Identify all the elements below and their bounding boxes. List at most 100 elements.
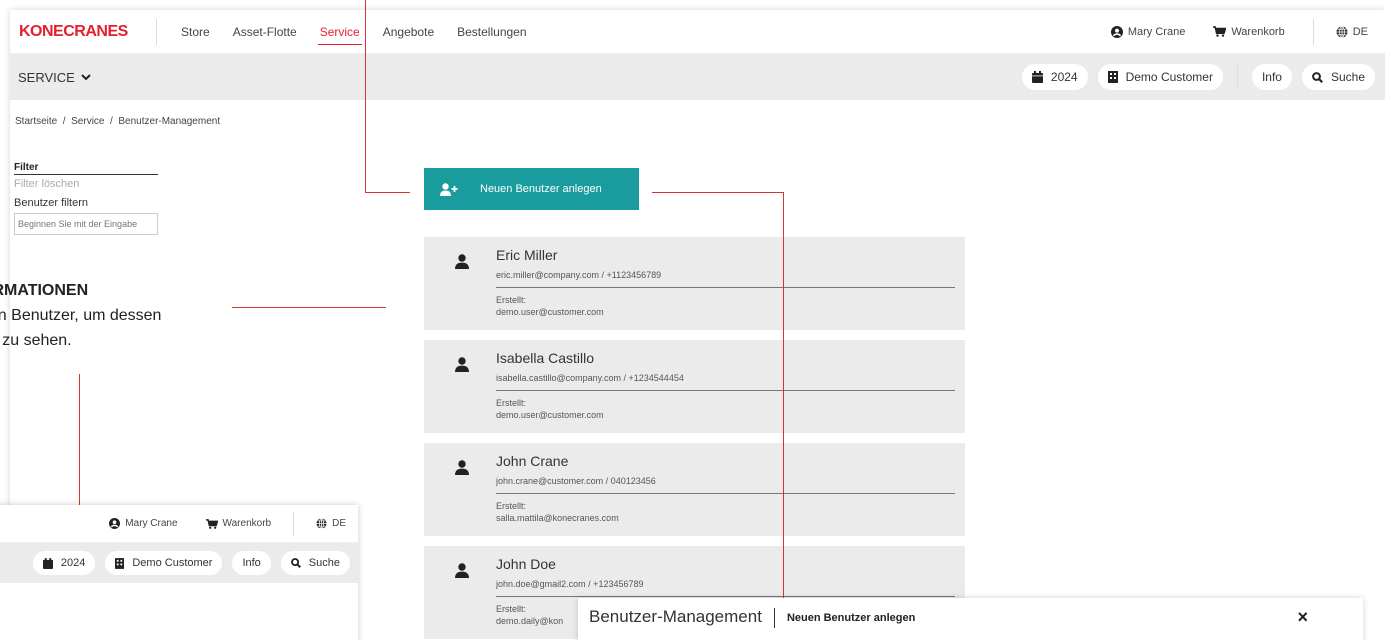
customer-label: Demo Customer bbox=[1125, 70, 1213, 84]
user-icon bbox=[455, 254, 469, 269]
user-contact: isabella.castillo@company.com / +1234544… bbox=[496, 373, 684, 383]
user-card-isabella-castillo[interactable]: Isabella Castillo isabella.castillo@comp… bbox=[424, 340, 965, 433]
user-name: Mary Crane bbox=[125, 518, 178, 529]
cart-label: Warenkorb bbox=[222, 518, 272, 529]
cart-link[interactable]: Warenkorb bbox=[1213, 25, 1285, 38]
modal-title: Benutzer-Management bbox=[589, 607, 762, 626]
connector-line bbox=[79, 374, 80, 505]
language-label: DE bbox=[1352, 25, 1368, 38]
secondary-window: Mary Crane Warenkorb DE 2024 Demo Custom… bbox=[0, 505, 358, 640]
modal-divider bbox=[773, 608, 775, 628]
user-contact: john.doe@gmail2.com / +123456789 bbox=[496, 579, 644, 589]
breadcrumb[interactable]: Startseite / Service / Benutzer-Manageme… bbox=[15, 116, 220, 127]
nav-item-bestellungen[interactable]: Bestellungen bbox=[457, 10, 526, 53]
connector-line bbox=[783, 192, 784, 598]
user-name: Eric Miller bbox=[496, 247, 558, 263]
created-by: salla.mattila@konecranes.com bbox=[496, 513, 619, 523]
connector-line bbox=[365, 192, 410, 193]
filter-clear-link[interactable]: Filter löschen bbox=[14, 178, 158, 190]
section-dropdown[interactable]: SERVICE bbox=[18, 70, 91, 85]
section-bar-controls: 2024 Demo Customer Info Suche bbox=[1021, 64, 1375, 90]
konecranes-logo[interactable]: KONECRANES bbox=[18, 23, 156, 41]
cart-icon bbox=[1213, 26, 1227, 37]
info-button[interactable]: Info bbox=[1251, 64, 1292, 90]
building-icon bbox=[115, 557, 125, 569]
created-by: demo.user@customer.com bbox=[496, 307, 604, 317]
user-name: John Crane bbox=[496, 453, 569, 469]
connector-line bbox=[232, 307, 386, 308]
search-button[interactable]: Suche bbox=[280, 551, 350, 575]
callout-title: ORMATIONEN bbox=[0, 282, 89, 299]
info-label: Info bbox=[1261, 70, 1282, 84]
created-label: Erstellt: bbox=[496, 604, 527, 614]
user-name: John Doe bbox=[496, 556, 556, 572]
created-by: demo.user@customer.com bbox=[496, 410, 604, 420]
customer-label: Demo Customer bbox=[132, 557, 213, 569]
user-icon bbox=[455, 460, 469, 475]
filter-users-label: Benutzer filtern bbox=[14, 197, 88, 209]
card-divider bbox=[496, 493, 955, 494]
card-divider bbox=[496, 287, 955, 288]
top-navigation: KONECRANES Store Asset-Flotte Service An… bbox=[10, 10, 1385, 54]
nav-item-asset-flotte[interactable]: Asset-Flotte bbox=[233, 10, 297, 53]
globe-icon bbox=[316, 518, 327, 529]
callout-line-2: en zu sehen. bbox=[0, 332, 72, 349]
language-label: DE bbox=[332, 518, 346, 529]
info-callout: ORMATIONEN nen Benutzer, um dessen en zu… bbox=[0, 278, 161, 353]
building-icon bbox=[1107, 71, 1118, 83]
modal-subtitle: Neuen Benutzer anlegen bbox=[786, 612, 916, 624]
created-label: Erstellt: bbox=[496, 295, 527, 305]
language-selector[interactable]: DE bbox=[1336, 26, 1368, 38]
search-button[interactable]: Suche bbox=[1301, 64, 1375, 90]
secondary-section-bar: 2024 Demo Customer Info Suche bbox=[0, 543, 358, 583]
customer-selector[interactable]: Demo Customer bbox=[105, 551, 223, 575]
section-label: SERVICE bbox=[18, 69, 75, 85]
connector-line bbox=[365, 0, 366, 192]
search-icon bbox=[290, 558, 301, 568]
language-selector[interactable]: DE bbox=[316, 518, 346, 529]
new-user-button-label: Neuen Benutzer anlegen bbox=[480, 183, 602, 195]
search-label: Suche bbox=[1330, 70, 1365, 84]
calendar-icon bbox=[42, 557, 53, 569]
user-card-eric-miller[interactable]: Eric Miller eric.miller@company.com / +1… bbox=[424, 237, 965, 330]
info-button[interactable]: Info bbox=[232, 551, 271, 575]
card-divider bbox=[496, 390, 955, 391]
user-icon bbox=[455, 357, 469, 372]
user-name: Isabella Castillo bbox=[496, 350, 595, 366]
filter-users-input[interactable] bbox=[14, 213, 158, 235]
section-bar: SERVICE 2024 Demo Customer Info Suche bbox=[10, 54, 1385, 100]
created-by: demo.daily@kon bbox=[496, 616, 564, 626]
cart-icon bbox=[205, 518, 218, 529]
created-label: Erstellt: bbox=[496, 398, 527, 408]
user-circle-icon bbox=[109, 518, 121, 529]
user-contact: eric.miller@company.com / +1123456789 bbox=[496, 270, 662, 280]
user-circle-icon bbox=[1110, 25, 1123, 38]
cart-link[interactable]: Warenkorb bbox=[205, 518, 272, 529]
year-selector[interactable]: 2024 bbox=[1021, 64, 1088, 90]
card-divider bbox=[496, 596, 955, 597]
close-icon[interactable]: × bbox=[1297, 607, 1308, 627]
year-label: 2024 bbox=[60, 557, 86, 569]
nav-divider bbox=[156, 18, 157, 45]
calendar-icon bbox=[1031, 71, 1043, 83]
user-card-john-crane[interactable]: John Crane john.crane@customer.com / 040… bbox=[424, 443, 965, 536]
cart-label: Warenkorb bbox=[1231, 25, 1285, 38]
filter-panel: Filter Filter löschen Benutzer filtern bbox=[14, 162, 158, 235]
user-contact: john.crane@customer.com / 040123456 bbox=[496, 476, 656, 486]
nav-item-service[interactable]: Service bbox=[317, 10, 362, 53]
user-menu[interactable]: Mary Crane bbox=[109, 518, 178, 529]
new-user-button[interactable]: Neuen Benutzer anlegen bbox=[424, 168, 639, 210]
year-label: 2024 bbox=[1050, 70, 1078, 84]
connector-line bbox=[652, 192, 784, 193]
year-selector[interactable]: 2024 bbox=[32, 551, 96, 575]
customer-selector[interactable]: Demo Customer bbox=[1097, 64, 1223, 90]
nav-item-store[interactable]: Store bbox=[181, 10, 210, 53]
user-icon bbox=[455, 563, 469, 578]
callout-line-1: nen Benutzer, um dessen bbox=[0, 307, 162, 324]
top-divider bbox=[293, 511, 295, 536]
user-menu[interactable]: Mary Crane bbox=[1110, 25, 1186, 38]
filter-title: Filter bbox=[14, 162, 158, 175]
nav-item-angebote[interactable]: Angebote bbox=[383, 10, 434, 53]
user-name: Mary Crane bbox=[1127, 25, 1186, 38]
created-label: Erstellt: bbox=[496, 501, 527, 511]
